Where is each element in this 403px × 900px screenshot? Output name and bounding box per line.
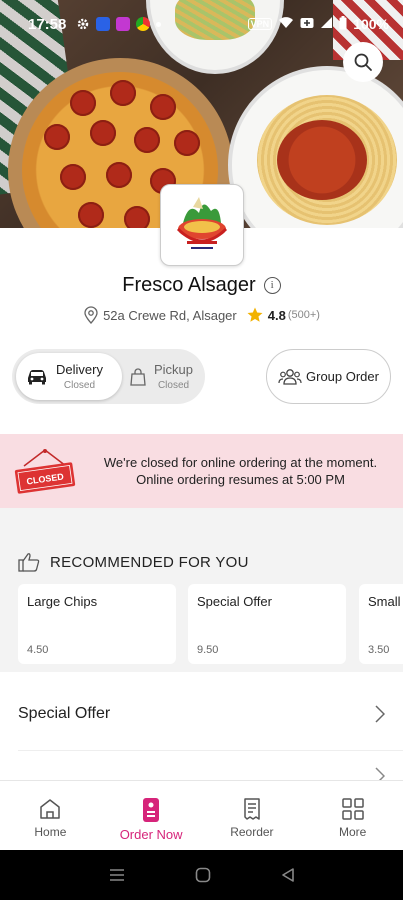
bottom-navigation: Home Order Now Reorder More bbox=[0, 780, 403, 850]
closed-message-line1: We're closed for online ordering at the … bbox=[103, 455, 378, 470]
delivery-option[interactable]: Delivery Closed bbox=[16, 353, 122, 400]
restaurant-address: 52a Crewe Rd, Alsager bbox=[103, 307, 237, 323]
chevron-right-icon bbox=[375, 705, 385, 723]
closed-sign-icon: CLOSED bbox=[14, 449, 76, 494]
group-order-button[interactable]: Group Order bbox=[266, 349, 391, 404]
settings-icon bbox=[76, 17, 90, 31]
home-icon bbox=[40, 799, 61, 819]
battery-icon bbox=[339, 15, 347, 33]
recommended-title: RECOMMENDED FOR YOU bbox=[50, 553, 249, 571]
battery-saver-icon bbox=[300, 16, 314, 32]
status-bar: 17:58 VPN 100% bbox=[0, 0, 403, 48]
recommended-card[interactable]: Large Chips 4.50 bbox=[18, 584, 176, 664]
app-icon bbox=[116, 17, 131, 31]
nav-home-label: Home bbox=[34, 825, 67, 839]
delivery-label: Delivery bbox=[56, 362, 103, 377]
card-price: 3.50 bbox=[368, 644, 390, 656]
signal-icon bbox=[320, 16, 333, 32]
pickup-status: Closed bbox=[157, 380, 190, 391]
section-divider bbox=[0, 508, 403, 530]
restaurant-name: Fresco Alsager bbox=[122, 274, 256, 296]
star-icon bbox=[247, 307, 263, 322]
group-order-label: Group Order bbox=[306, 369, 379, 384]
card-name: Small bbox=[368, 594, 401, 609]
search-icon bbox=[354, 53, 372, 71]
pickup-option[interactable]: Pickup Closed bbox=[126, 353, 202, 400]
status-time: 17:58 bbox=[28, 15, 67, 33]
location-pin-icon bbox=[84, 306, 98, 324]
restaurant-logo bbox=[160, 184, 244, 266]
recommended-heading: RECOMMENDED FOR YOU bbox=[18, 552, 249, 572]
spaghetti-plate bbox=[232, 70, 403, 228]
nav-reorder-label: Reorder bbox=[230, 825, 274, 839]
wifi-icon bbox=[278, 16, 294, 32]
recommended-card[interactable]: Special Offer 9.50 bbox=[188, 584, 346, 664]
back-icon[interactable] bbox=[281, 868, 295, 882]
search-button[interactable] bbox=[343, 42, 383, 82]
recommended-section: RECOMMENDED FOR YOU Large Chips 4.50 Spe… bbox=[0, 530, 403, 672]
card-price: 9.50 bbox=[197, 644, 219, 656]
pickup-label: Pickup bbox=[154, 362, 194, 377]
thumbs-up-icon bbox=[18, 553, 40, 572]
category-row[interactable] bbox=[0, 751, 403, 780]
mail-app-icon bbox=[96, 17, 111, 31]
system-navigation-bar bbox=[0, 850, 403, 900]
grid-icon bbox=[341, 798, 364, 820]
closed-banner: CLOSED We're closed for online ordering … bbox=[0, 434, 403, 508]
info-icon[interactable]: i bbox=[263, 277, 281, 294]
battery-percent: 100% bbox=[353, 16, 389, 32]
nav-order-now-label: Order Now bbox=[119, 827, 183, 842]
recent-apps-icon[interactable] bbox=[109, 868, 125, 882]
recommended-card[interactable]: Small 3.50 bbox=[359, 584, 403, 664]
restaurant-header: Fresco Alsager i bbox=[0, 274, 403, 297]
rating-count: (500+) bbox=[287, 309, 320, 321]
nav-more[interactable]: More bbox=[302, 781, 403, 850]
notification-dot bbox=[156, 21, 162, 27]
closed-message-line2: Online ordering resumes at 5:00 PM bbox=[136, 472, 345, 487]
card-name: Large Chips bbox=[27, 594, 98, 609]
order-icon bbox=[143, 798, 160, 822]
delivery-status: Closed bbox=[63, 380, 96, 391]
card-name: Special Offer bbox=[197, 594, 272, 609]
nav-home[interactable]: Home bbox=[0, 781, 101, 850]
order-mode-toggle: Delivery Closed Pickup Closed bbox=[12, 349, 205, 404]
chevron-right-icon bbox=[375, 767, 385, 780]
nav-reorder[interactable]: Reorder bbox=[202, 781, 303, 850]
category-row[interactable]: Special Offer bbox=[0, 678, 403, 750]
car-icon bbox=[28, 369, 46, 384]
group-icon bbox=[278, 368, 302, 385]
rating-value: 4.8 bbox=[267, 307, 286, 323]
category-label: Special Offer bbox=[18, 705, 111, 722]
closed-message: We're closed for online ordering at the … bbox=[88, 454, 393, 488]
vpn-icon: VPN bbox=[247, 18, 273, 30]
receipt-icon bbox=[244, 798, 260, 820]
card-price: 4.50 bbox=[27, 644, 49, 656]
chrome-icon bbox=[136, 17, 151, 31]
shopping-bag-icon bbox=[130, 367, 146, 386]
home-button-icon[interactable] bbox=[195, 867, 211, 883]
restaurant-meta: 52a Crewe Rd, Alsager 4.8 (500+) bbox=[0, 306, 403, 324]
nav-order-now[interactable]: Order Now bbox=[101, 781, 202, 850]
nav-more-label: More bbox=[338, 825, 367, 839]
